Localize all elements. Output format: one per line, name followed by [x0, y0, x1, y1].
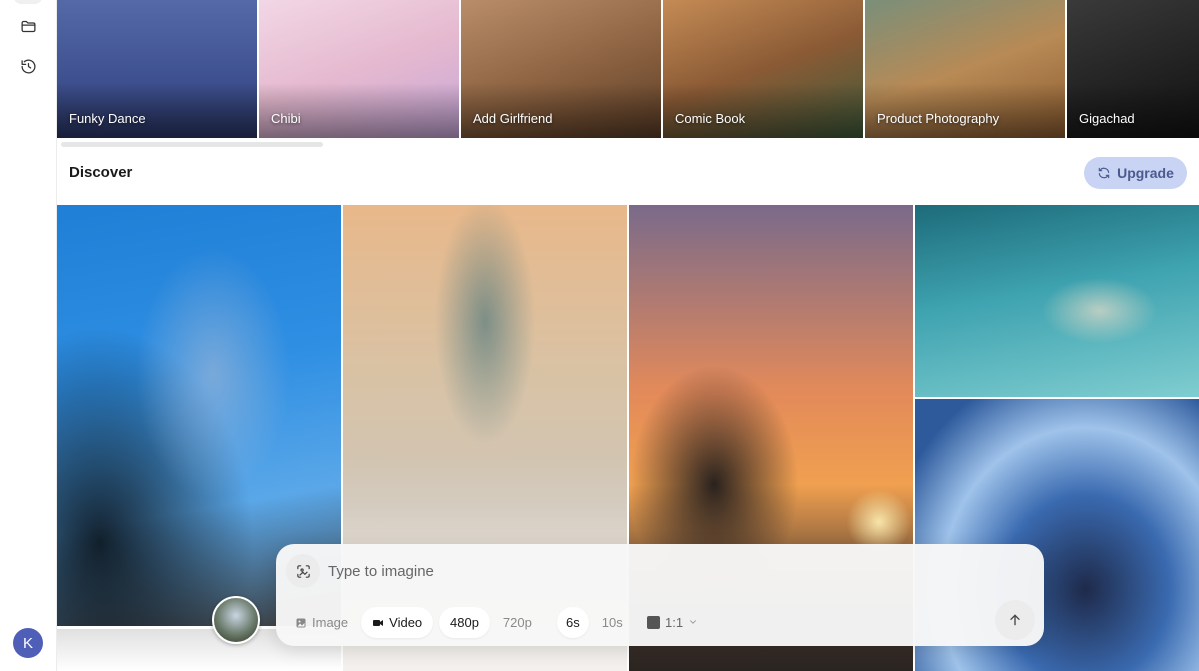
aspect-ratio-icon — [647, 616, 660, 629]
aspect-ratio-value: 1:1 — [665, 615, 684, 630]
template-card-chibi[interactable]: Chibi — [259, 0, 459, 138]
template-scrollbar[interactable] — [61, 142, 323, 147]
prompt-bar: Image Video 480p 720p 6s 10s 1:1 — [276, 544, 1044, 646]
history-icon[interactable] — [16, 54, 40, 78]
template-label: Comic Book — [675, 111, 746, 126]
mode-video-label: Video — [389, 615, 423, 630]
image-add-icon — [296, 564, 310, 578]
duration-label: 6s — [566, 615, 580, 630]
sidebar-top-item[interactable] — [14, 0, 42, 4]
template-card-product-photography[interactable]: Product Photography — [865, 0, 1065, 138]
sidebar: K — [0, 0, 57, 671]
avatar[interactable]: K — [13, 628, 43, 658]
mode-image-option[interactable]: Image — [284, 607, 359, 638]
resolution-480p-option[interactable]: 480p — [439, 607, 490, 638]
discover-heading: Discover — [69, 164, 133, 181]
template-strip: Funky Dance Chibi Add Girlfriend Comic B… — [57, 0, 1199, 138]
chevron-down-icon — [688, 615, 698, 630]
template-label: Gigachad — [1079, 111, 1135, 126]
resolution-720p-option[interactable]: 720p — [492, 607, 543, 638]
mode-video-option[interactable]: Video — [361, 607, 434, 638]
arrow-up-icon — [1010, 614, 1020, 626]
prompt-input[interactable] — [328, 558, 928, 584]
video-camera-icon — [373, 619, 384, 626]
resolution-label: 720p — [502, 615, 532, 630]
folder-icon[interactable] — [16, 14, 40, 38]
mode-image-label: Image — [312, 615, 349, 630]
duration-10s-option[interactable]: 10s — [591, 607, 634, 638]
submit-button[interactable] — [995, 600, 1035, 640]
template-card-gigachad[interactable]: Gigachad — [1067, 0, 1199, 138]
duration-6s-option[interactable]: 6s — [557, 607, 589, 638]
template-card-funky-dance[interactable]: Funky Dance — [57, 0, 257, 138]
template-label: Product Photography — [877, 111, 1000, 126]
template-card-add-girlfriend[interactable]: Add Girlfriend — [461, 0, 661, 138]
duration-toggle: 6s 10s — [557, 607, 634, 638]
app-root: K Funky Dance Chibi Add Girlfriend Comic… — [0, 0, 1199, 671]
template-card-comic-book[interactable]: Comic Book — [663, 0, 863, 138]
mode-toggle: Image Video — [284, 607, 434, 638]
gallery-item[interactable] — [915, 205, 1199, 397]
aspect-ratio-select[interactable]: 1:1 — [636, 607, 709, 638]
reference-image-thumbnail[interactable] — [212, 596, 260, 644]
resolution-toggle: 480p 720p — [439, 607, 543, 638]
add-image-button[interactable] — [286, 554, 320, 588]
upgrade-button[interactable]: Upgrade — [1084, 157, 1187, 189]
template-label: Funky Dance — [69, 111, 146, 126]
resolution-label: 480p — [450, 615, 479, 630]
aspect-ratio-dropdown[interactable]: 1:1 — [636, 607, 709, 638]
image-icon — [296, 618, 306, 627]
template-label: Add Girlfriend — [473, 111, 553, 126]
duration-label: 10s — [601, 615, 623, 630]
avatar-initial: K — [22, 634, 33, 652]
upgrade-label: Upgrade — [1117, 165, 1174, 181]
refresh-icon — [1098, 167, 1110, 179]
template-label: Chibi — [271, 111, 301, 126]
